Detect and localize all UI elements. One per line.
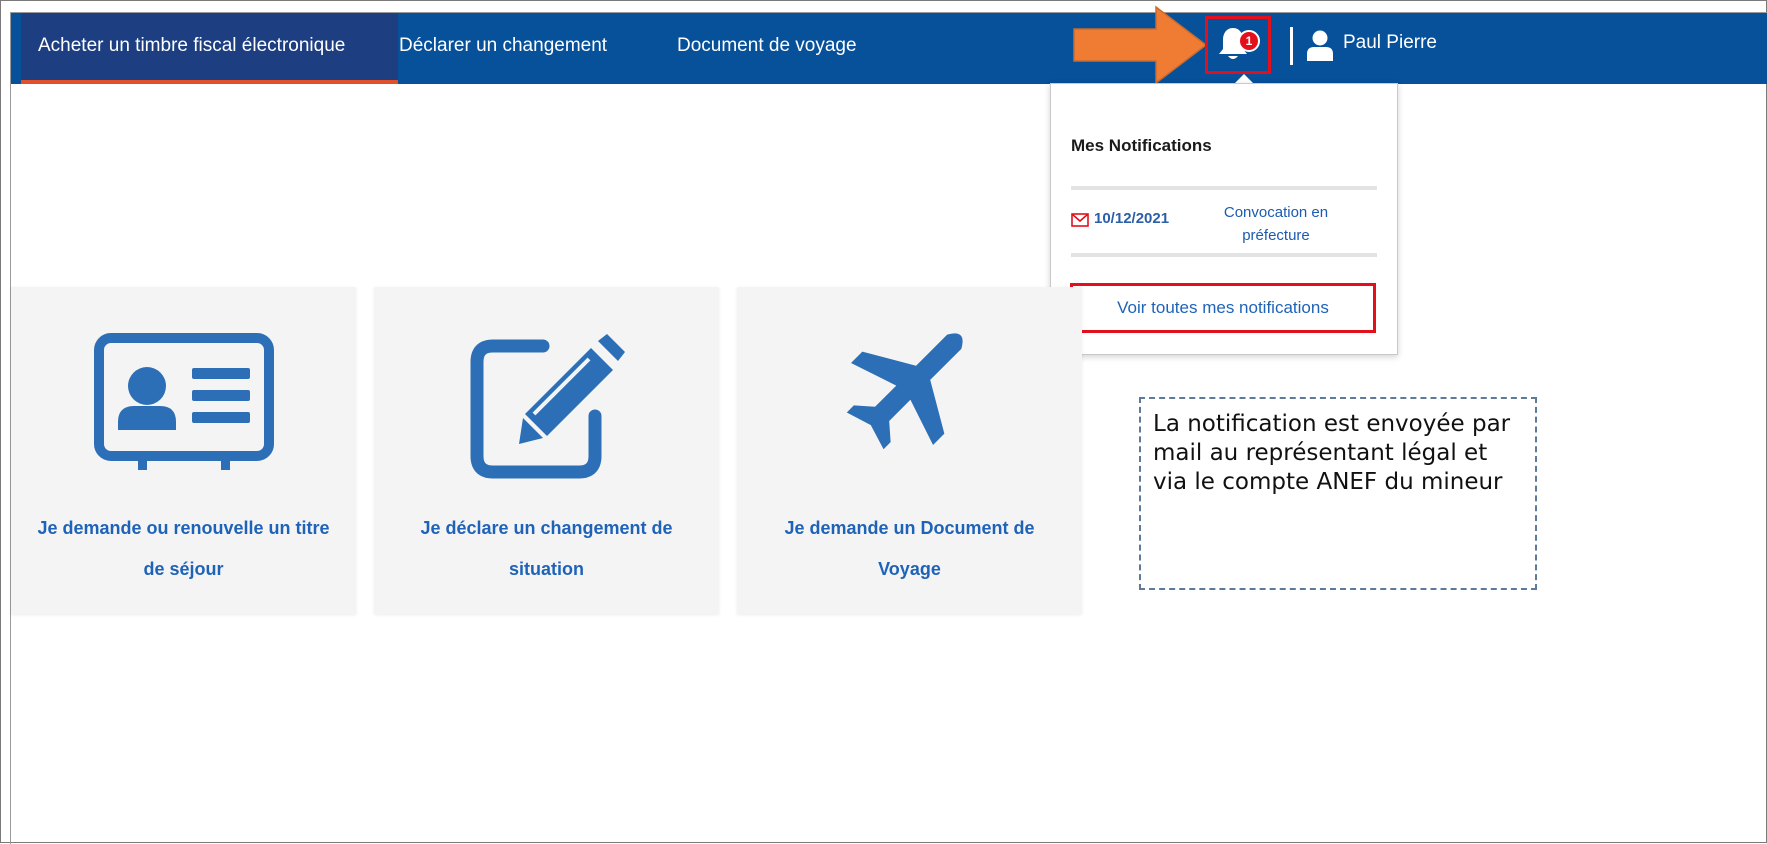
notification-date: 10/12/2021 <box>1094 210 1170 227</box>
notifications-dropdown: Mes Notifications 10/12/2021 Convocation… <box>1050 83 1398 355</box>
notifications-title: Mes Notifications <box>1071 136 1212 155</box>
annotation-arrow-icon <box>1073 5 1208 85</box>
card-label: Je déclare un changement de situation <box>420 518 673 579</box>
card-changement-situation[interactable]: Je déclare un changement de situation <box>374 287 719 614</box>
nav-tab-label: Document de voyage <box>677 35 857 56</box>
nav-separator <box>1290 27 1293 65</box>
card-document-voyage[interactable]: Je demande un Document de Voyage <box>737 287 1082 614</box>
nav-tab-document-voyage[interactable]: Document de voyage <box>677 13 857 84</box>
divider <box>1071 186 1377 190</box>
active-tab-underline <box>21 80 398 84</box>
notification-count-badge: 1 <box>1238 30 1260 52</box>
envelope-icon <box>1071 213 1089 227</box>
user-name-link[interactable]: Paul Pierre <box>1343 26 1437 60</box>
notification-item-link[interactable]: Convocation en préfecture <box>1201 201 1351 247</box>
id-card-icon <box>94 333 274 470</box>
top-navbar: Acheter un timbre fiscal électronique Dé… <box>11 13 1767 84</box>
card-titre-sejour[interactable]: Je demande ou renouvelle un titre de séj… <box>11 287 356 614</box>
user-icon[interactable] <box>1305 30 1335 62</box>
nav-tab-label: Acheter un timbre fiscal électronique <box>38 35 346 56</box>
annotation-callout: La notification est envoyée par mail au … <box>1139 397 1537 590</box>
divider <box>1071 253 1377 257</box>
nav-tab-label: Déclarer un changement <box>399 35 608 56</box>
nav-tab-declarer-changement[interactable]: Déclarer un changement <box>399 13 607 84</box>
airplane-icon <box>846 333 963 450</box>
nav-tab-timbre-fiscal[interactable]: Acheter un timbre fiscal électronique <box>21 13 398 84</box>
callout-text: La notification est envoyée par mail au … <box>1153 411 1511 495</box>
see-all-notifications-button[interactable]: Voir toutes mes notifications <box>1070 283 1376 333</box>
card-label: Je demande ou renouvelle un titre de séj… <box>37 518 330 579</box>
card-label: Je demande un Document de Voyage <box>784 518 1035 579</box>
pencil-edit-icon <box>470 334 625 479</box>
